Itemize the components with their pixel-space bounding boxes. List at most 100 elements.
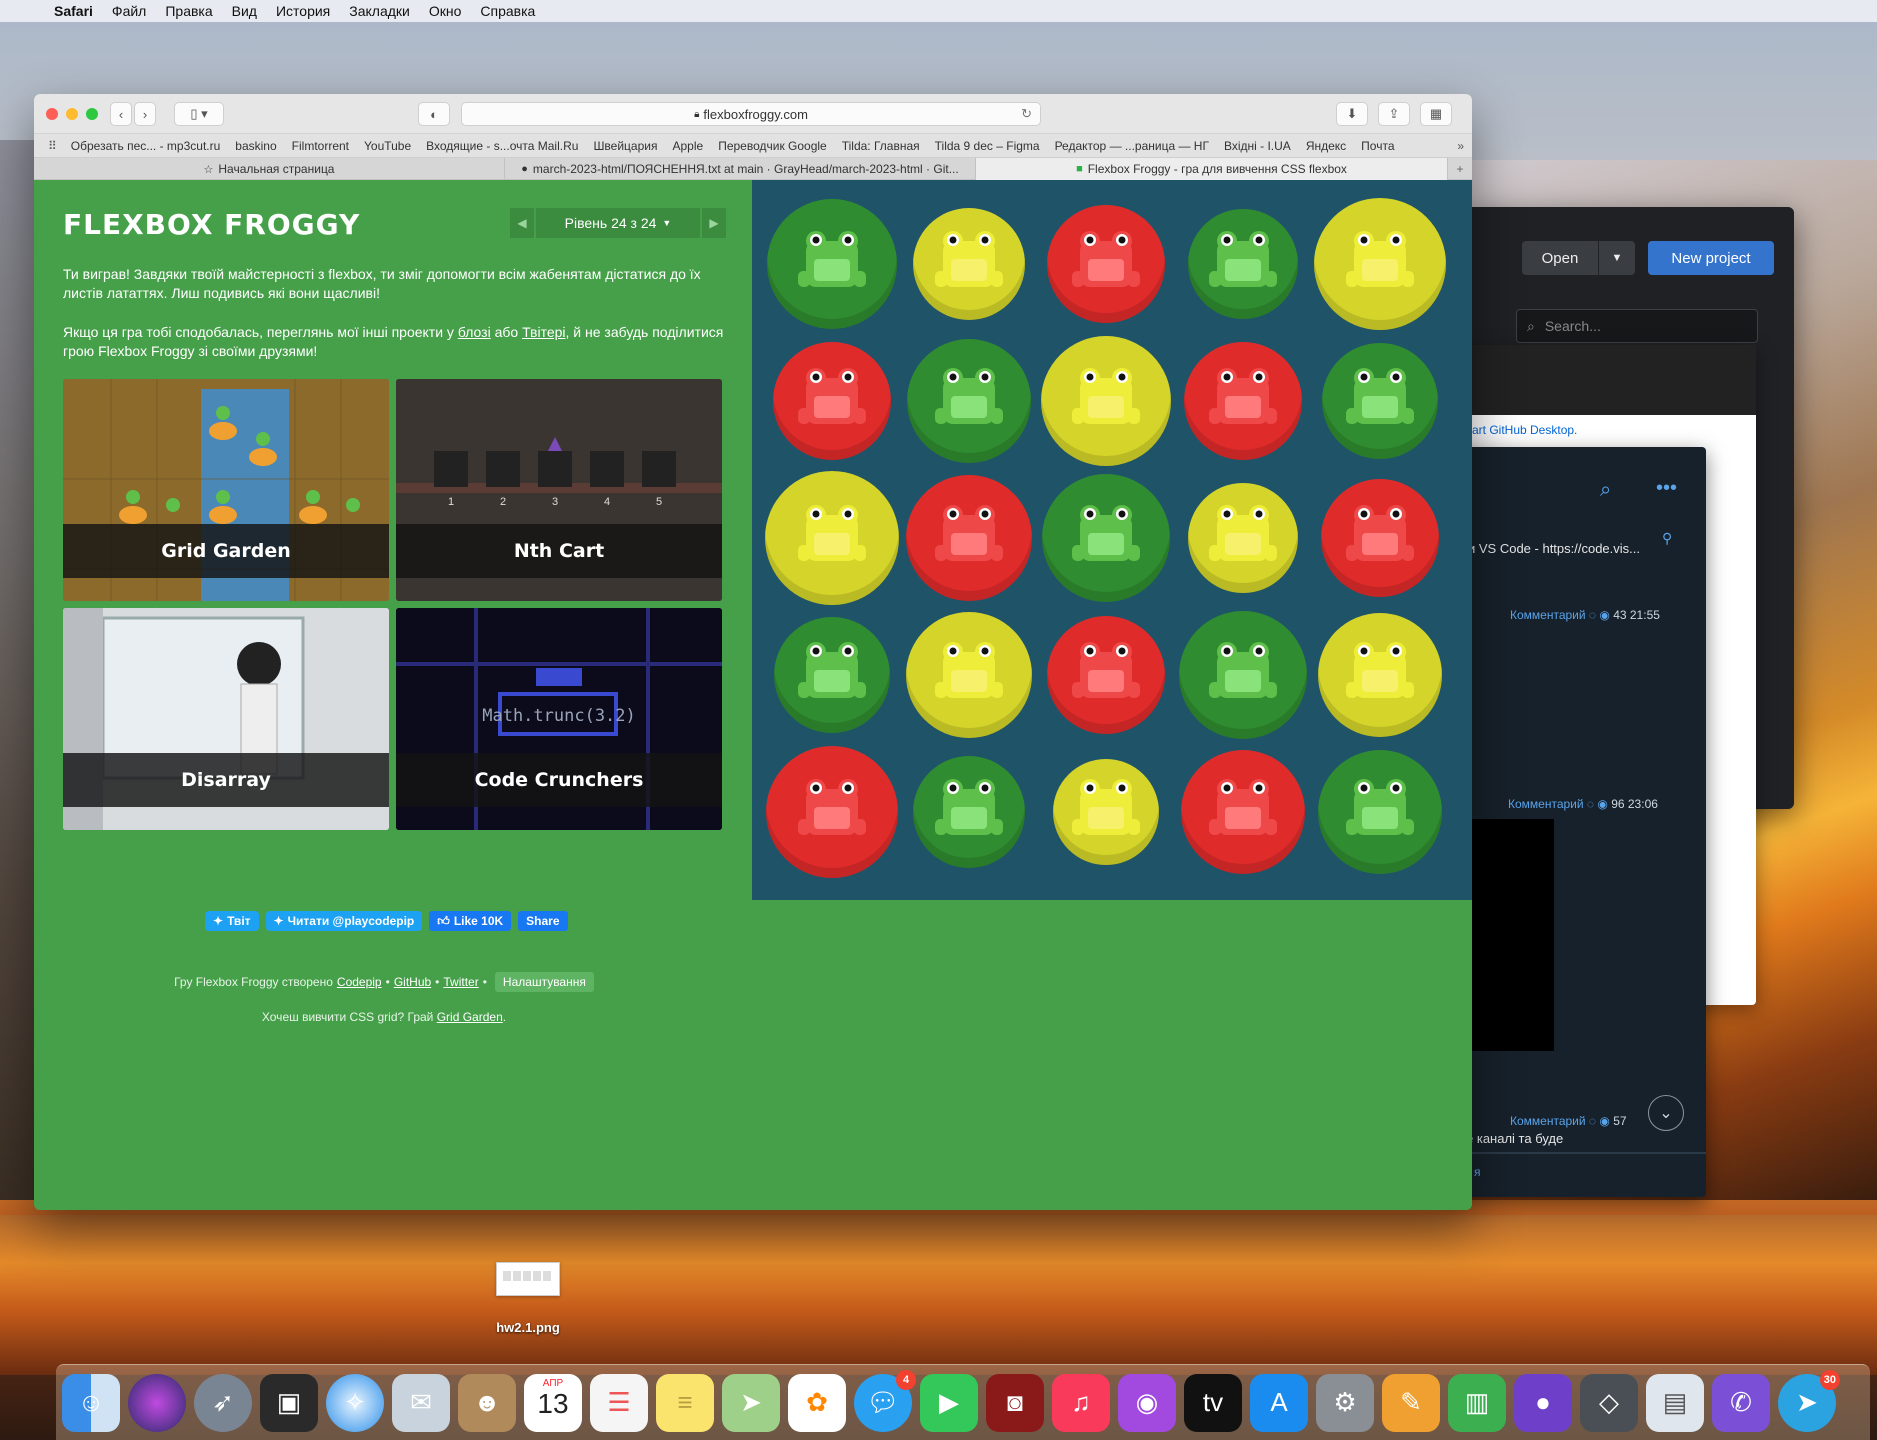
favorite-item[interactable]: Tilda: Главная	[842, 139, 920, 153]
menu-history[interactable]: История	[276, 3, 330, 19]
address-bar[interactable]: 🔒︎ flexboxfroggy.com ↻	[461, 102, 1041, 126]
new-project-button[interactable]: New project	[1648, 241, 1774, 275]
new-tab-button[interactable]: +	[1448, 158, 1472, 179]
comment-link[interactable]: Комментарий	[1510, 1114, 1586, 1128]
appstore-icon[interactable]: A	[1250, 1373, 1308, 1432]
contacts-icon[interactable]: ☻	[458, 1373, 516, 1432]
podcasts-icon[interactable]: ◉	[1118, 1373, 1176, 1432]
maps-icon[interactable]: ➤	[722, 1373, 780, 1432]
photo-booth-icon[interactable]: ▣	[260, 1373, 318, 1432]
launchpad-icon[interactable]: ➶	[194, 1373, 252, 1432]
level-dropdown[interactable]: Рівень 24 з 24 ▼	[536, 208, 700, 238]
back-button[interactable]: ‹	[110, 102, 132, 126]
file-icon[interactable]	[496, 1262, 560, 1296]
follow-button[interactable]: ✦ Читати @playcodepip	[265, 911, 423, 931]
menu-edit[interactable]: Правка	[165, 3, 212, 19]
blog-link[interactable]: блозі	[458, 324, 491, 340]
comment-link[interactable]: Комментарий	[1510, 608, 1586, 622]
minimize-window-button[interactable]	[66, 108, 78, 120]
message-link[interactable]: я	[1474, 1165, 1481, 1179]
favorite-item[interactable]: Tilda 9 dec – Figma	[935, 139, 1040, 153]
show-favorites-icon[interactable]: ⠿	[48, 139, 57, 153]
pinned-message[interactable]: и VS Code - https://code.vis...	[1468, 541, 1640, 556]
menu-file[interactable]: Файл	[112, 3, 146, 19]
system-preferences-icon[interactable]: ⚙	[1316, 1373, 1374, 1432]
tab-github[interactable]: ● march-2023-html/ПОЯСНЕННЯ.txt at main …	[505, 158, 976, 180]
next-level-button[interactable]: ▶	[702, 208, 726, 238]
menu-app-name[interactable]: Safari	[54, 3, 93, 19]
twitter-link[interactable]: Твітері	[522, 324, 565, 340]
favorite-item[interactable]: Почта	[1361, 139, 1394, 153]
favorite-item[interactable]: Входящие - s...очта Mail.Ru	[426, 139, 578, 153]
unity-icon[interactable]: ◇	[1580, 1373, 1638, 1432]
favorite-item[interactable]: Переводчик Google	[718, 139, 827, 153]
codepip-link[interactable]: Codepip	[337, 975, 382, 989]
comment-link[interactable]: Комментарий	[1508, 797, 1584, 811]
more-icon[interactable]: •••	[1656, 477, 1677, 500]
settings-button[interactable]: Налаштування	[494, 972, 594, 992]
menu-bookmarks[interactable]: Закладки	[349, 3, 410, 19]
tweet-button[interactable]: ✦ Твіт	[205, 911, 259, 931]
project-card-disarray[interactable]: Disarray	[63, 608, 389, 830]
tab-start-page[interactable]: ☆ Начальная страница	[34, 158, 505, 180]
favorite-item[interactable]: YouTube	[364, 139, 411, 153]
favorite-item[interactable]: Швейцария	[593, 139, 657, 153]
file-label[interactable]: hw2.1.png	[476, 1320, 580, 1335]
viber-icon[interactable]: ✆	[1712, 1373, 1770, 1432]
favorite-item[interactable]: Вхідні - I.UA	[1224, 139, 1291, 153]
forward-button[interactable]: ›	[134, 102, 156, 126]
favorite-item[interactable]: Обрезать пес... - mp3cut.ru	[71, 139, 220, 153]
calendar-icon[interactable]: АПР 13	[524, 1373, 582, 1432]
appletv-icon[interactable]: tv	[1184, 1373, 1242, 1432]
telegram-icon[interactable]: ➤ 30	[1778, 1369, 1840, 1432]
safari-icon[interactable]: ✧	[326, 1373, 384, 1432]
grid-garden-link[interactable]: Grid Garden	[437, 1010, 503, 1024]
project-card-nth-cart[interactable]: 1 2 3 4 5 Nth Cart	[396, 379, 722, 601]
photos-icon[interactable]: ✿	[788, 1373, 846, 1432]
close-window-button[interactable]	[46, 108, 58, 120]
scroll-down-icon[interactable]: ⌄	[1648, 1095, 1684, 1131]
notes-icon[interactable]: ≡	[656, 1373, 714, 1432]
search-icon[interactable]: ⌕	[1600, 479, 1611, 502]
numbers-icon[interactable]: ▥	[1448, 1373, 1506, 1432]
facetime-icon[interactable]: ▶	[920, 1373, 978, 1432]
downloads-button[interactable]: ⬇	[1336, 102, 1368, 126]
tab-overview-button[interactable]: ▦	[1420, 102, 1452, 126]
favorite-item[interactable]: Filmtorrent	[292, 139, 349, 153]
menu-window[interactable]: Окно	[429, 3, 462, 19]
open-dropdown-button[interactable]: ▼	[1599, 241, 1635, 275]
menu-help[interactable]: Справка	[480, 3, 535, 19]
more-favorites-icon[interactable]: »	[1457, 139, 1464, 153]
project-card-code-crunchers[interactable]: Math.trunc(3.2) Code Crunchers	[396, 608, 722, 830]
favorite-item[interactable]: Редактор — ...раница — НГ	[1055, 139, 1209, 153]
twitter-footer-link[interactable]: Twitter	[443, 975, 478, 989]
privacy-report-button[interactable]: ◐	[418, 102, 450, 126]
zoom-window-button[interactable]	[86, 108, 98, 120]
favorite-item[interactable]: baskino	[235, 139, 276, 153]
preview-icon[interactable]: ▤	[1646, 1373, 1704, 1432]
github-link[interactable]: GitHub	[394, 975, 431, 989]
facebook-share-button[interactable]: Share	[518, 911, 568, 931]
reload-icon[interactable]: ↻	[1021, 106, 1032, 122]
pin-icon[interactable]: ⚲	[1662, 530, 1672, 547]
photo-booth2-icon[interactable]: ◙	[986, 1373, 1044, 1432]
finder-icon[interactable]: ☺	[62, 1373, 120, 1432]
search-field[interactable]: ⌕ Search...	[1516, 309, 1758, 343]
prev-level-button[interactable]: ◀	[510, 208, 534, 238]
tab-flexbox-froggy[interactable]: ■ Flexbox Froggy - гра для вивчення CSS …	[976, 158, 1448, 180]
menu-view[interactable]: Вид	[232, 3, 257, 19]
message-image[interactable]	[1468, 819, 1554, 1051]
siri-icon[interactable]	[128, 1373, 186, 1432]
messages-icon[interactable]: 💬︎ 4	[854, 1369, 916, 1432]
github-desktop-icon[interactable]: ●	[1514, 1373, 1572, 1432]
github-desktop-link[interactable]: art GitHub Desktop.	[1472, 423, 1577, 437]
music-icon[interactable]: ♫	[1052, 1373, 1110, 1432]
share-button[interactable]: ⇪	[1378, 102, 1410, 126]
pages-icon[interactable]: ✎	[1382, 1373, 1440, 1432]
telegram-window[interactable]: ⌕ ••• и VS Code - https://code.vis... ⚲ …	[1444, 447, 1706, 1197]
facebook-like-button[interactable]: 👍︎ Like 10K	[429, 911, 512, 931]
reminders-icon[interactable]: ☰	[590, 1373, 648, 1432]
favorite-item[interactable]: Яндекс	[1306, 139, 1346, 153]
mail-icon[interactable]: ✉	[392, 1373, 450, 1432]
favorite-item[interactable]: Apple	[672, 139, 703, 153]
